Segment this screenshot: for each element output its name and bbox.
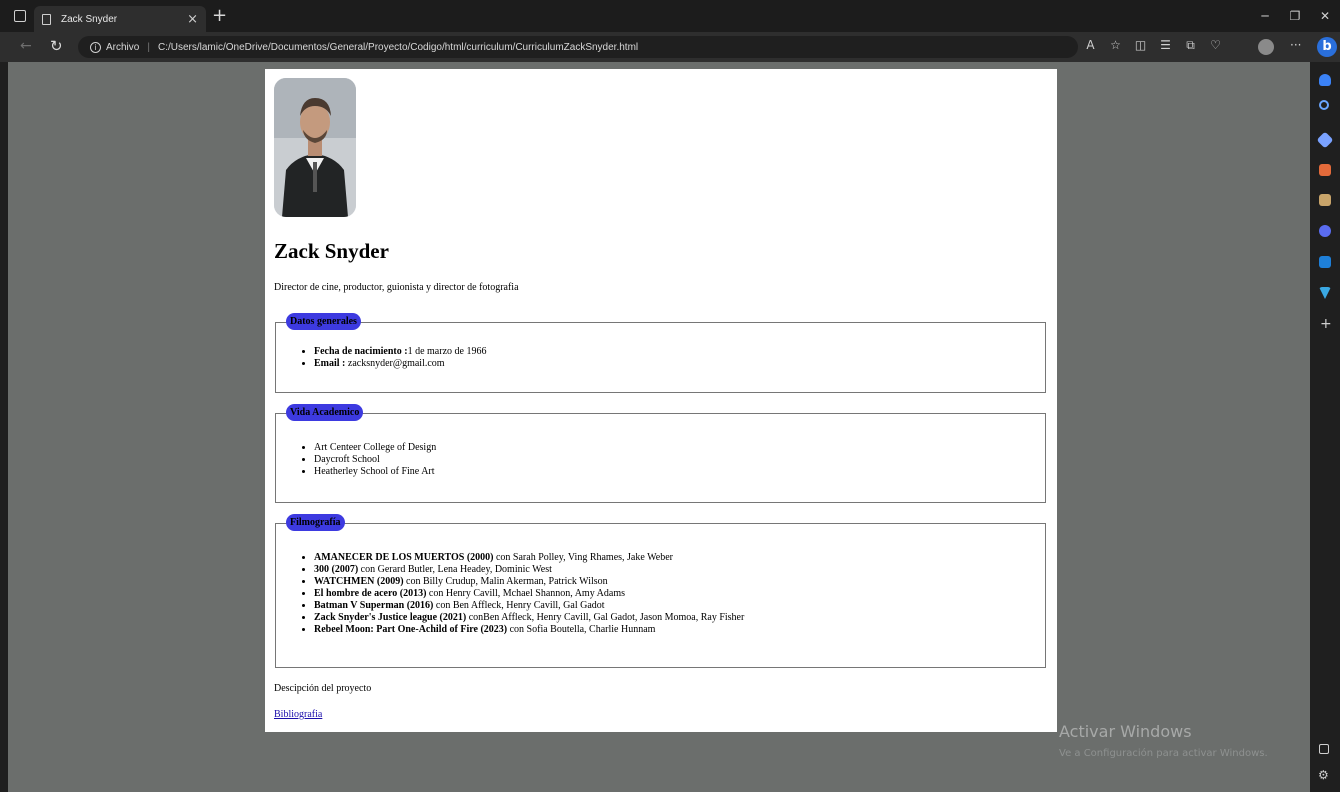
section-legend: Filmografía: [286, 514, 345, 531]
window-controls: ─ ❐ ✕: [1250, 0, 1340, 32]
collections-icon[interactable]: ⧉: [1178, 38, 1203, 53]
list-item: Fecha de nacimiento :1 de marzo de 1966: [314, 346, 486, 358]
tab-close-icon[interactable]: ×: [187, 12, 198, 27]
section-legend: Datos generales: [286, 313, 361, 330]
page-subtitle: Director de cine, productor, guionista y…: [274, 282, 519, 293]
m365-icon[interactable]: [1319, 225, 1331, 237]
minimize-button[interactable]: ─: [1250, 0, 1280, 32]
datos-list: Fecha de nacimiento :1 de marzo de 1966 …: [314, 346, 486, 370]
browser-tab[interactable]: Zack Snyder ×: [34, 6, 206, 32]
list-item: AMANECER DE LOS MUERTOS (2000) con Sarah…: [314, 552, 744, 564]
search-icon[interactable]: [1319, 100, 1329, 110]
games-icon[interactable]: [1319, 194, 1331, 206]
favorite-star-icon[interactable]: ☆: [1103, 38, 1128, 53]
more-menu-icon[interactable]: ···: [1290, 38, 1301, 52]
address-bar: ← ↻ i Archivo | C:/Users/lamic/OneDrive/…: [0, 32, 1340, 62]
profile-avatar[interactable]: [1258, 39, 1274, 55]
section-filmografia: Filmografía AMANECER DE LOS MUERTOS (200…: [275, 514, 1046, 668]
profile-photo: [274, 78, 356, 217]
edge-sidebar: + ⚙: [1310, 62, 1340, 792]
new-tab-button[interactable]: +: [212, 5, 227, 26]
outlook-icon[interactable]: [1319, 256, 1331, 268]
hide-sidebar-icon[interactable]: [1319, 744, 1329, 754]
section-datos-generales: Datos generales Fecha de nacimiento :1 d…: [275, 313, 1046, 393]
list-item: Zack Snyder's Justice league (2021) conB…: [314, 612, 744, 624]
list-item: Daycroft School: [314, 454, 436, 466]
back-icon[interactable]: ←: [20, 38, 32, 54]
tab-title: Zack Snyder: [61, 13, 118, 25]
list-item: Rebeel Moon: Part One-Achild of Fire (20…: [314, 624, 744, 636]
project-description: Descipción del proyecto: [274, 683, 372, 694]
copilot-icon[interactable]: b: [1317, 37, 1337, 57]
list-item: Art Centeer College of Design: [314, 442, 436, 454]
list-item: El hombre de acero (2013) con Henry Cavi…: [314, 588, 744, 600]
section-vida-academica: Vida Academico Art Centeer College of De…: [275, 404, 1046, 503]
filmografia-list: AMANECER DE LOS MUERTOS (2000) con Sarah…: [314, 552, 744, 636]
toolbar-icons: A ☆ ◫ ☰ ⧉ ♡: [1078, 38, 1228, 53]
academica-list: Art Centeer College of Design Daycroft S…: [314, 442, 436, 478]
windows-activation-title: Activar Windows: [1059, 722, 1192, 741]
drop-icon[interactable]: [1319, 287, 1331, 299]
list-item: Batman V Superman (2016) con Ben Affleck…: [314, 600, 744, 612]
list-item: 300 (2007) con Gerard Butler, Lena Heade…: [314, 564, 744, 576]
section-legend: Vida Academico: [286, 404, 364, 421]
document-icon: [42, 13, 51, 25]
add-sidebar-icon[interactable]: +: [1320, 316, 1332, 332]
browser-essentials-icon[interactable]: ♡: [1203, 38, 1228, 53]
url-separator: |: [147, 41, 150, 53]
url-scheme-label: Archivo: [106, 41, 140, 53]
list-item: Heatherley School of Fine Art: [314, 466, 436, 478]
shopping-icon[interactable]: [1316, 131, 1334, 149]
curriculum-page: Zack Snyder Director de cine, productor,…: [265, 69, 1057, 732]
split-screen-icon[interactable]: ◫: [1128, 38, 1153, 53]
url-field[interactable]: i Archivo | C:/Users/lamic/OneDrive/Docu…: [78, 36, 1078, 58]
list-item: WATCHMEN (2009) con Billy Crudup, Malin …: [314, 576, 744, 588]
tab-actions-icon[interactable]: [14, 10, 26, 22]
info-icon[interactable]: i: [90, 41, 101, 53]
bibliography-link[interactable]: Bibliografia: [274, 709, 322, 720]
notification-icon[interactable]: [1319, 74, 1331, 86]
windows-activation-subtitle: Ve a Configuración para activar Windows.: [1059, 748, 1268, 759]
list-item: Email : zacksnyder@gmail.com: [314, 358, 486, 370]
close-window-button[interactable]: ✕: [1310, 0, 1340, 32]
reload-icon[interactable]: ↻: [50, 37, 63, 55]
restore-button[interactable]: ❐: [1280, 0, 1310, 32]
favorites-icon[interactable]: ☰: [1153, 38, 1178, 53]
tools-icon[interactable]: [1319, 164, 1331, 176]
page-title: Zack Snyder: [274, 239, 389, 263]
read-aloud-icon[interactable]: A: [1078, 38, 1103, 53]
settings-gear-icon[interactable]: ⚙: [1318, 768, 1329, 782]
tab-bar: Zack Snyder × + ─ ❐ ✕: [0, 0, 1340, 32]
url-text: C:/Users/lamic/OneDrive/Documentos/Gener…: [157, 41, 639, 53]
